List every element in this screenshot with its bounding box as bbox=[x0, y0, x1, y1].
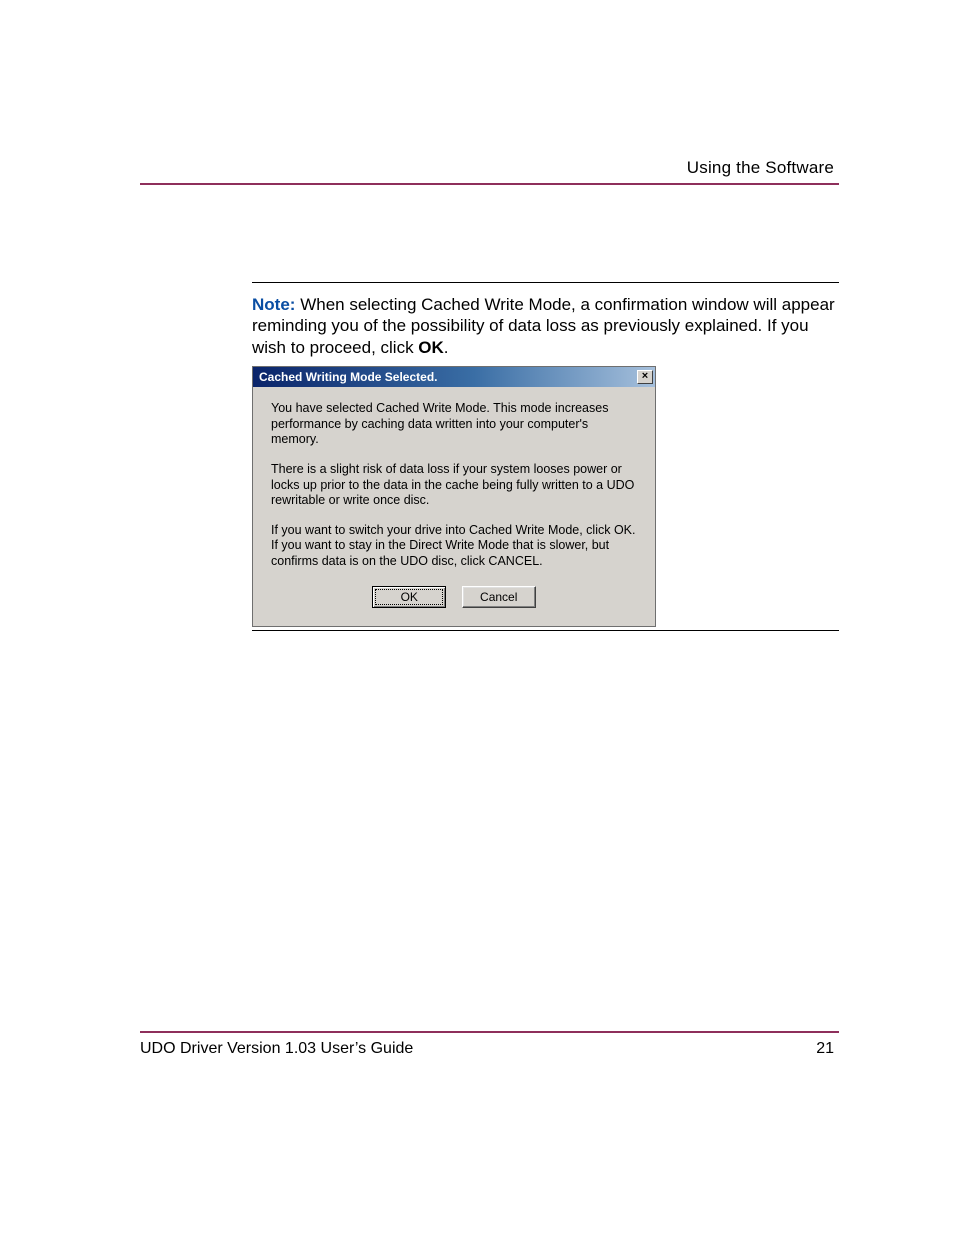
dialog-paragraph-1: You have selected Cached Write Mode. Thi… bbox=[271, 401, 637, 448]
note-top-rule bbox=[252, 282, 839, 283]
dialog-paragraph-3: If you want to switch your drive into Ca… bbox=[271, 523, 637, 570]
ok-button[interactable]: OK bbox=[372, 586, 446, 608]
close-icon[interactable]: × bbox=[637, 370, 653, 384]
dialog-paragraph-2: There is a slight risk of data loss if y… bbox=[271, 462, 637, 509]
dialog-title: Cached Writing Mode Selected. bbox=[259, 370, 437, 384]
note-label: Note: bbox=[252, 295, 295, 314]
document-page: Using the Software Note: When selecting … bbox=[0, 0, 954, 1235]
dialog-titlebar[interactable]: Cached Writing Mode Selected. × bbox=[253, 367, 655, 387]
footer-rule bbox=[140, 1031, 839, 1033]
page-number: 21 bbox=[816, 1040, 834, 1058]
running-header: Using the Software bbox=[687, 158, 834, 178]
dialog-body: You have selected Cached Write Mode. Thi… bbox=[253, 387, 655, 626]
note-text-2: . bbox=[444, 338, 449, 357]
confirmation-dialog: Cached Writing Mode Selected. × You have… bbox=[252, 366, 656, 627]
note-bottom-rule bbox=[252, 630, 839, 631]
cancel-button[interactable]: Cancel bbox=[462, 586, 536, 608]
note-paragraph: Note: When selecting Cached Write Mode, … bbox=[252, 294, 839, 358]
dialog-button-row: OK Cancel bbox=[271, 586, 637, 610]
header-rule bbox=[140, 183, 839, 185]
note-ok-word: OK bbox=[418, 338, 444, 357]
footer-guide-title: UDO Driver Version 1.03 User’s Guide bbox=[140, 1040, 413, 1058]
note-text-1: When selecting Cached Write Mode, a conf… bbox=[252, 295, 835, 357]
